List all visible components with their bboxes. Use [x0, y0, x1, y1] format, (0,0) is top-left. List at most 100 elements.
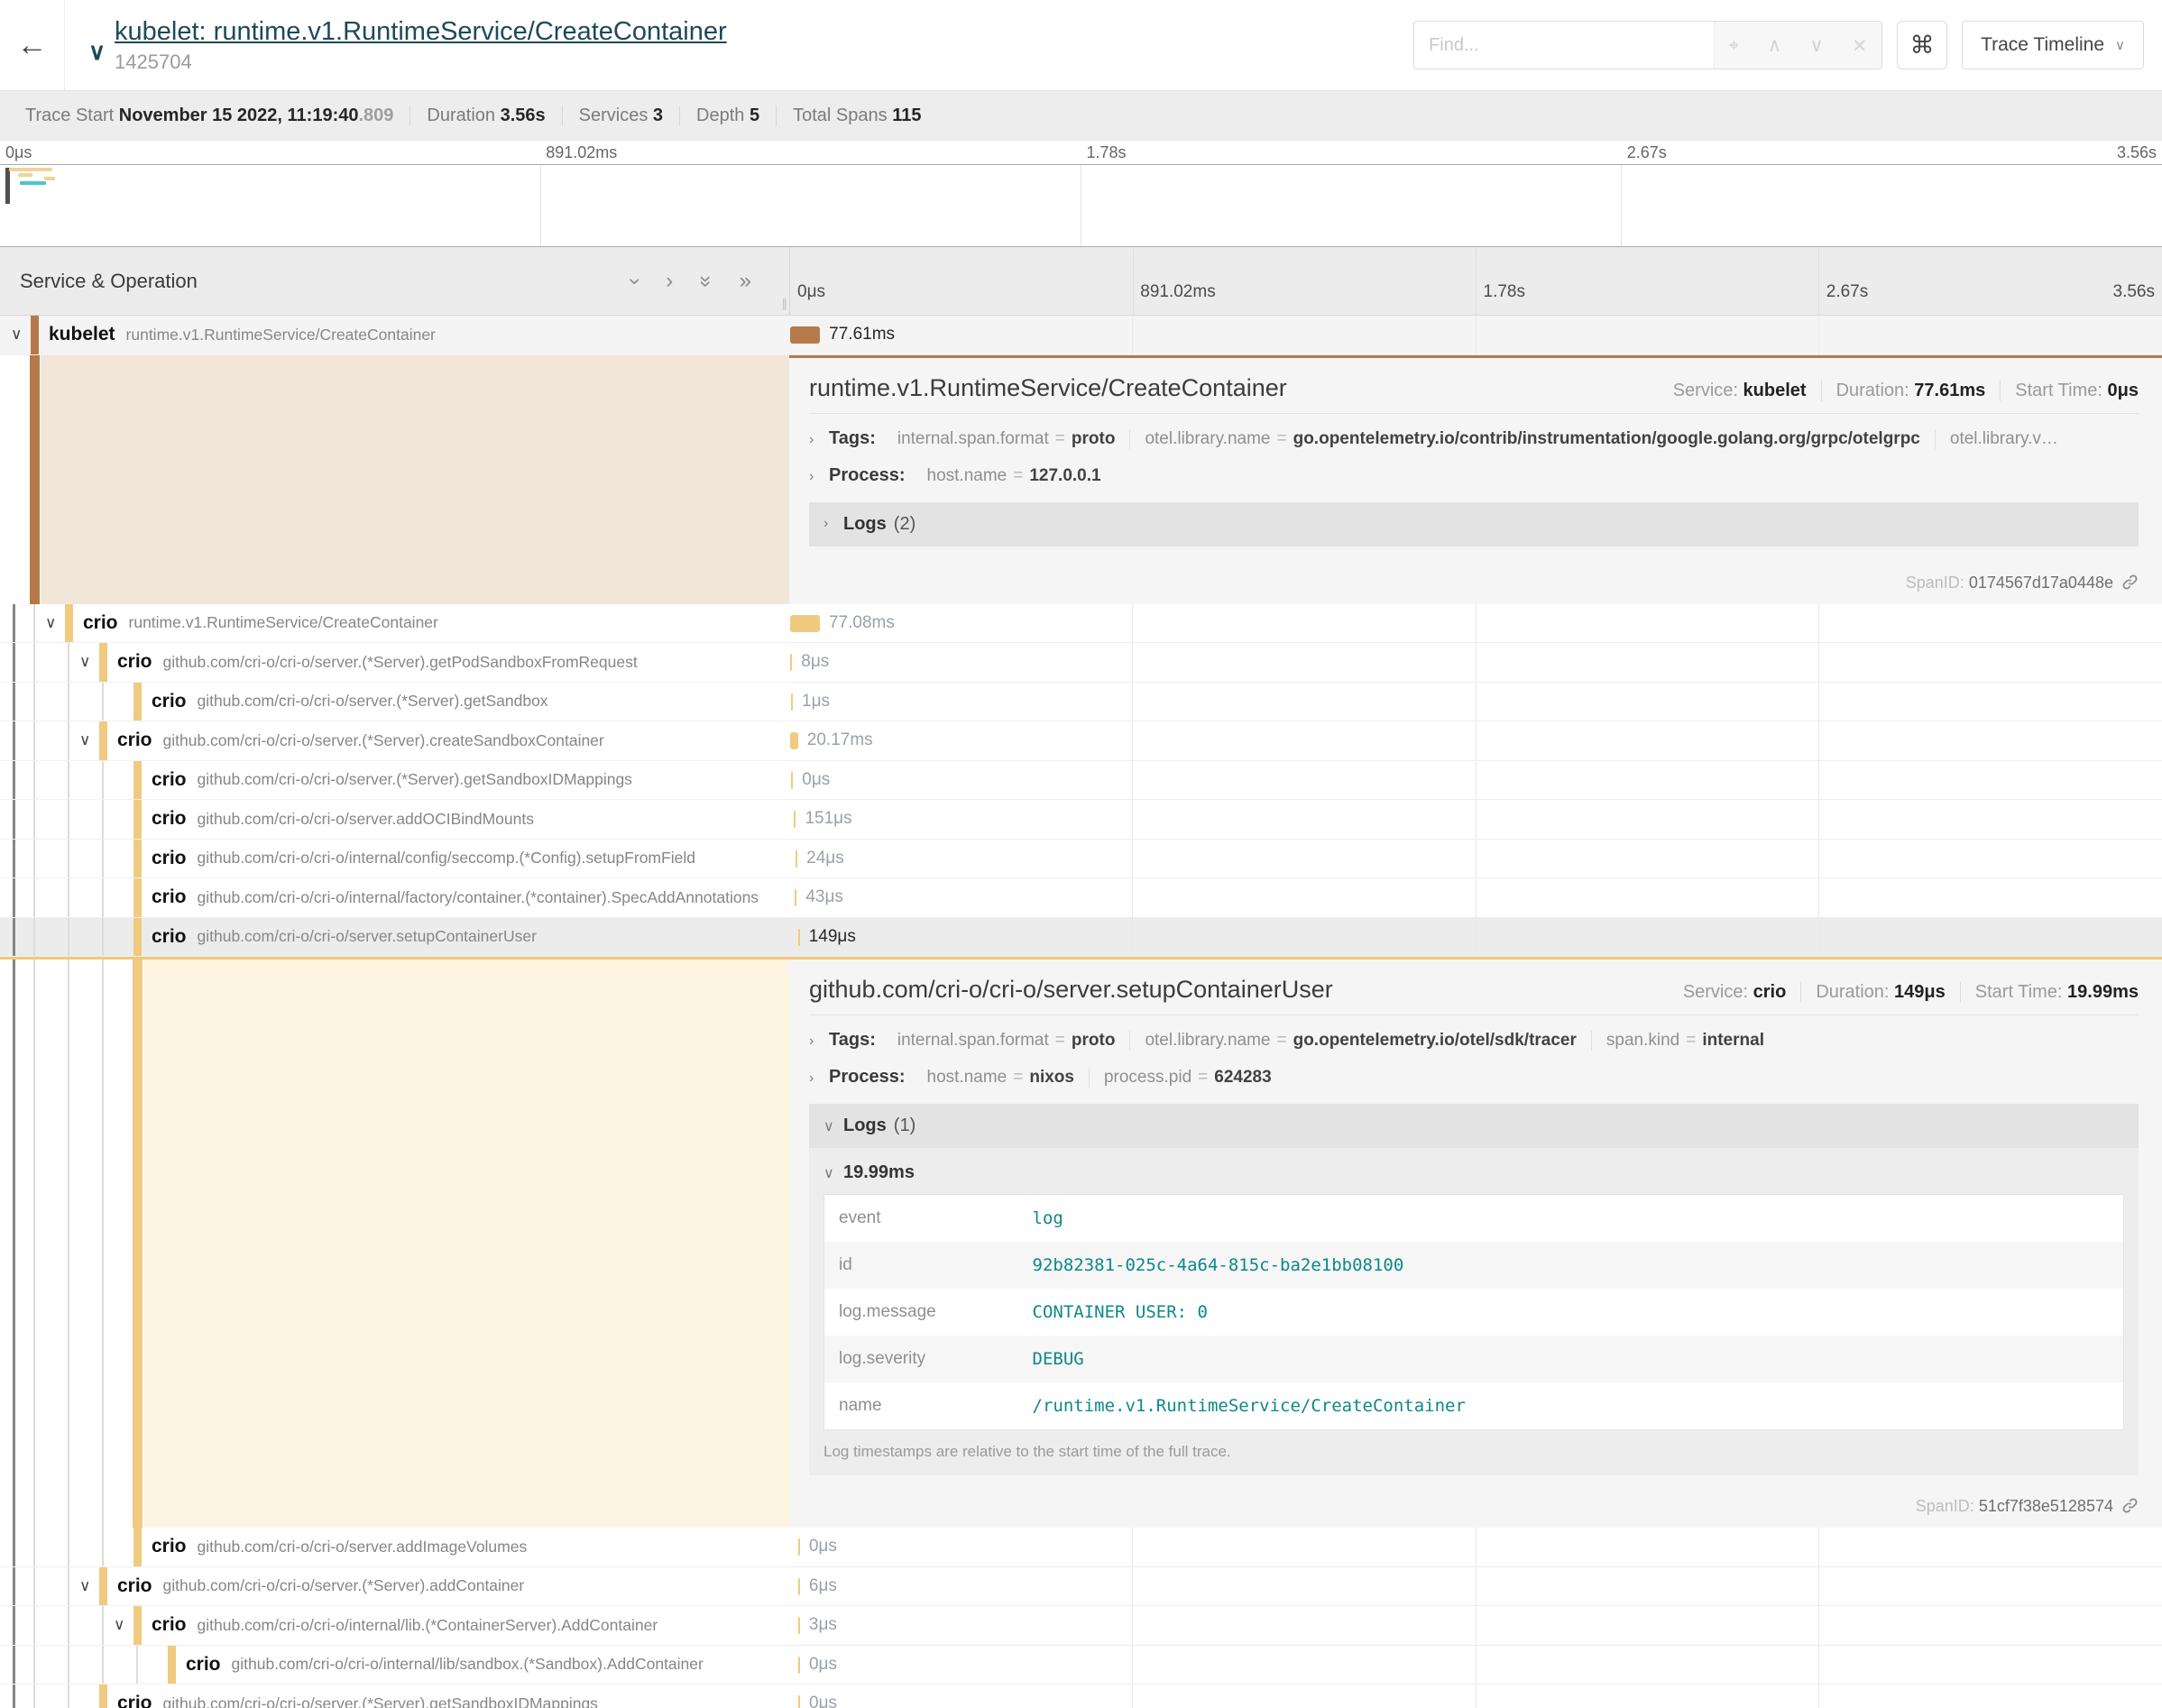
span-timeline-cell[interactable]: 6μs [789, 1567, 2162, 1607]
span-row[interactable]: crio github.com/cri-o/cri-o/server.addOC… [0, 800, 2162, 840]
collapse-one-icon[interactable]: › [624, 278, 646, 285]
span-row[interactable]: crio github.com/cri-o/cri-o/server.(*Ser… [0, 761, 2162, 801]
span-timeline-cell[interactable]: 151μs [789, 800, 2162, 840]
minimap-canvas[interactable] [0, 164, 2162, 247]
span-timeline-cell[interactable]: 0μs [789, 761, 2162, 801]
span-row[interactable]: crio github.com/cri-o/cri-o/internal/fac… [0, 878, 2162, 918]
span-name-cell[interactable]: crio github.com/cri-o/cri-o/internal/lib… [0, 1646, 789, 1685]
span-name-cell[interactable]: ∨ crio github.com/cri-o/cri-o/internal/l… [0, 1606, 789, 1646]
span-row[interactable]: ∨ crio github.com/cri-o/cri-o/server.(*S… [0, 1567, 2162, 1607]
next-result-icon[interactable]: ∨ [1809, 34, 1823, 56]
span-name-cell[interactable]: crio github.com/cri-o/cri-o/server.(*Ser… [0, 683, 789, 722]
span-name-cell[interactable]: crio github.com/cri-o/cri-o/server.(*Ser… [0, 761, 789, 801]
span-name-cell[interactable]: crio github.com/cri-o/cri-o/internal/fac… [0, 878, 789, 918]
span-duration-bar[interactable] [798, 929, 800, 946]
span-timeline-cell[interactable]: 24μs [789, 840, 2162, 879]
back-button[interactable]: ← [0, 0, 65, 90]
link-icon[interactable] [2121, 574, 2139, 595]
span-duration-bar[interactable] [798, 1695, 800, 1708]
span-duration-bar[interactable] [795, 889, 796, 906]
span-duration-bar[interactable] [798, 1617, 800, 1634]
row-chevron-icon[interactable]: ∨ [114, 1616, 124, 1634]
find-input[interactable] [1414, 22, 1714, 69]
span-row[interactable]: crio github.com/cri-o/cri-o/server.(*Ser… [0, 1685, 2162, 1708]
tree-guide-line [33, 683, 35, 721]
trace-collapse-chevron-icon[interactable]: ∨ [88, 38, 106, 66]
span-name-cell[interactable]: ∨ crio runtime.v1.RuntimeService/CreateC… [0, 604, 789, 644]
tree-guide-line [13, 1685, 15, 1708]
span-duration-bar[interactable] [790, 654, 792, 671]
process-section-toggle[interactable]: › Process:host.name=127.0.0.1 [809, 465, 2139, 486]
span-duration-bar[interactable] [791, 772, 793, 789]
span-duration-bar[interactable] [791, 693, 793, 711]
span-name-cell[interactable]: crio github.com/cri-o/cri-o/server.addOC… [0, 800, 789, 840]
view-selector-button[interactable]: Trace Timeline ∨ [1962, 21, 2144, 69]
trace-id: 1425704 [115, 51, 727, 74]
link-icon[interactable] [2121, 1497, 2139, 1519]
locate-icon[interactable]: ⌖ [1729, 34, 1740, 57]
span-duration-bar[interactable] [790, 326, 820, 344]
span-timeline-cell[interactable]: 77.61ms [789, 316, 2162, 355]
span-name-cell[interactable]: crio github.com/cri-o/cri-o/server.addIm… [0, 1528, 789, 1567]
keyboard-shortcuts-button[interactable]: ⌘ [1897, 21, 1947, 69]
row-chevron-icon[interactable]: ∨ [11, 326, 22, 344]
span-duration-bar[interactable] [796, 850, 797, 868]
span-timeline-cell[interactable]: 77.08ms [789, 604, 2162, 644]
span-row[interactable]: ∨ crio github.com/cri-o/cri-o/internal/l… [0, 1606, 2162, 1646]
clear-search-icon[interactable]: × [1852, 34, 1868, 56]
span-duration-bar[interactable] [798, 1657, 800, 1674]
tag-key: host.name [927, 1068, 1007, 1087]
span-duration-bar[interactable] [790, 615, 820, 632]
tags-section-toggle[interactable]: › Tags:internal.span.format=protootel.li… [809, 428, 2139, 449]
span-timeline-cell[interactable]: 149μs [789, 918, 2162, 958]
span-name-cell[interactable]: ∨ crio github.com/cri-o/cri-o/server.(*S… [0, 643, 789, 683]
span-row[interactable]: crio github.com/cri-o/cri-o/internal/con… [0, 840, 2162, 879]
span-row[interactable]: ∨ crio github.com/cri-o/cri-o/server.(*S… [0, 643, 2162, 683]
span-duration-bar[interactable] [790, 732, 798, 749]
span-timeline-cell[interactable]: 1μs [789, 683, 2162, 722]
span-duration-bar[interactable] [798, 1538, 800, 1556]
span-name-cell[interactable]: ∨ kubelet runtime.v1.RuntimeService/Crea… [0, 316, 789, 355]
column-resizer-grip[interactable]: ∥ [782, 297, 788, 311]
prev-result-icon[interactable]: ∧ [1768, 34, 1781, 56]
minimap-drag-handle[interactable] [5, 168, 10, 204]
span-timeline-cell[interactable]: 43μs [789, 878, 2162, 918]
span-row[interactable]: crio github.com/cri-o/cri-o/internal/lib… [0, 1646, 2162, 1685]
log-field-row: eventlog [824, 1195, 2124, 1243]
span-name-cell[interactable]: crio github.com/cri-o/cri-o/internal/con… [0, 840, 789, 879]
row-chevron-icon[interactable]: ∨ [79, 653, 90, 671]
expand-one-icon[interactable]: › [666, 271, 673, 292]
span-duration-bar[interactable] [798, 1578, 800, 1595]
span-name-cell[interactable]: crio github.com/cri-o/cri-o/server.(*Ser… [0, 1685, 789, 1708]
span-timeline-cell[interactable]: 0μs [789, 1646, 2162, 1685]
span-row[interactable]: crio github.com/cri-o/cri-o/server.addIm… [0, 1528, 2162, 1567]
span-timeline-cell[interactable]: 0μs [789, 1685, 2162, 1708]
span-timeline-cell[interactable]: 20.17ms [789, 721, 2162, 761]
span-row[interactable]: ∨ crio github.com/cri-o/cri-o/server.(*S… [0, 721, 2162, 761]
row-chevron-icon[interactable]: ∨ [45, 614, 56, 632]
logs-section-toggle[interactable]: › Logs (2) [809, 502, 2139, 546]
tag-key: otel.library.name [1145, 1031, 1270, 1050]
expand-all-icon[interactable]: » [740, 271, 751, 292]
span-name-cell[interactable]: crio github.com/cri-o/cri-o/server.setup… [0, 918, 789, 958]
span-name-cell[interactable]: ∨ crio github.com/cri-o/cri-o/server.(*S… [0, 721, 789, 761]
span-duration-bar[interactable] [794, 811, 796, 828]
row-chevron-icon[interactable]: ∨ [79, 731, 90, 749]
span-row[interactable]: ∨ kubelet runtime.v1.RuntimeService/Crea… [0, 316, 2162, 355]
process-section-toggle[interactable]: › Process:host.name=nixosprocess.pid=624… [809, 1067, 2139, 1088]
row-chevron-icon[interactable]: ∨ [79, 1577, 90, 1595]
span-row[interactable]: crio github.com/cri-o/cri-o/server.setup… [0, 918, 2162, 958]
span-name-cell[interactable]: ∨ crio github.com/cri-o/cri-o/server.(*S… [0, 1567, 789, 1607]
span-row[interactable]: ∨ crio runtime.v1.RuntimeService/CreateC… [0, 604, 2162, 644]
log-entry-toggle[interactable]: ∨ 19.99ms [823, 1162, 2124, 1183]
log-field-key: log.severity [824, 1336, 1018, 1382]
trace-title-link[interactable]: kubelet: runtime.v1.RuntimeService/Creat… [115, 17, 727, 47]
span-timeline-cell[interactable]: 0μs [789, 1528, 2162, 1567]
span-timeline-cell[interactable]: 3μs [789, 1606, 2162, 1646]
collapse-all-icon[interactable]: » [695, 275, 717, 287]
span-row[interactable]: crio github.com/cri-o/cri-o/server.(*Ser… [0, 683, 2162, 722]
logs-section-toggle[interactable]: ∨ Logs (1) [809, 1104, 2139, 1148]
operation-name: github.com/cri-o/cri-o/server.addOCIBind… [198, 810, 534, 829]
span-timeline-cell[interactable]: 8μs [789, 643, 2162, 683]
tags-section-toggle[interactable]: › Tags:internal.span.format=protootel.li… [809, 1030, 2139, 1051]
